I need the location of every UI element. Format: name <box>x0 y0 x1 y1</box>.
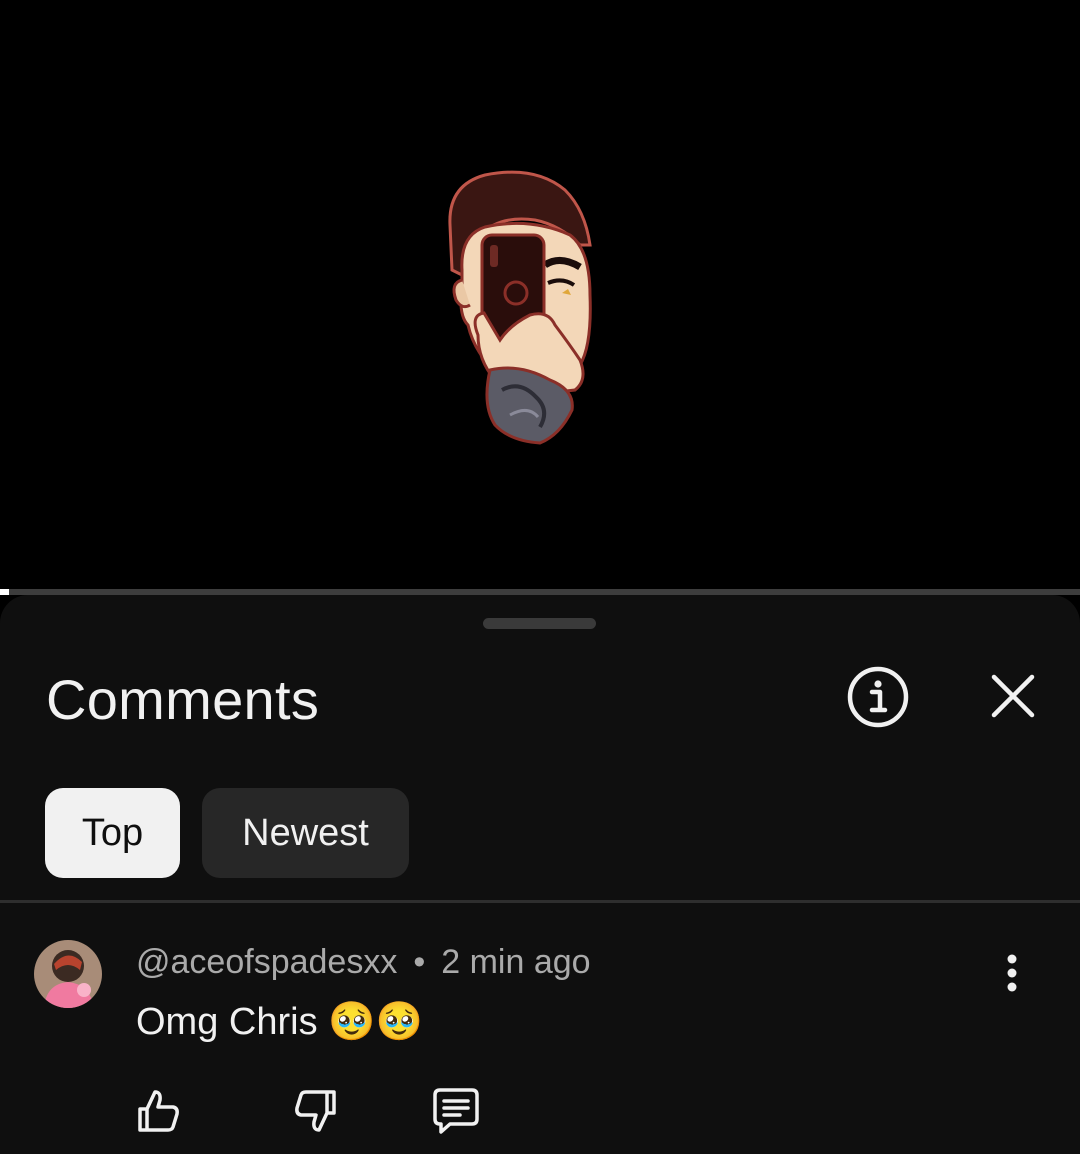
comments-title: Comments <box>46 668 320 731</box>
thumbs-up-icon <box>138 1090 179 1132</box>
reply-icon <box>433 1088 479 1134</box>
comment-item: @aceofspadesxx • 2 min ago Omg Chris 🥹🥹 <box>0 935 1080 1154</box>
comment-author[interactable]: @aceofspadesxx <box>136 943 397 981</box>
comment-more-button[interactable] <box>990 945 1034 1001</box>
filter-divider <box>0 900 1080 903</box>
comment-timestamp: 2 min ago <box>441 943 591 981</box>
reply-button[interactable] <box>430 1085 482 1137</box>
video-player[interactable] <box>0 0 1080 590</box>
filter-chip-top[interactable]: Top <box>45 788 180 878</box>
comment-text: Omg Chris 🥹🥹 <box>136 1001 423 1043</box>
filter-chip-newest[interactable]: Newest <box>202 788 409 878</box>
thumbs-down-icon <box>295 1090 336 1132</box>
dislike-button[interactable] <box>290 1085 342 1137</box>
more-vertical-icon <box>1007 954 1017 992</box>
video-thumbnail-illustration <box>448 170 592 445</box>
like-button[interactable] <box>132 1085 184 1137</box>
close-icon <box>991 674 1035 718</box>
close-button[interactable] <box>984 667 1042 725</box>
info-button[interactable] <box>846 665 910 729</box>
info-circle-icon <box>847 666 909 728</box>
comment-meta: @aceofspadesxx • 2 min ago <box>136 943 591 982</box>
video-progress-fill <box>0 589 9 595</box>
sheet-drag-handle[interactable] <box>483 618 596 629</box>
comments-sheet: Comments Top Newest @aceofspadesxx • 2 min… <box>0 595 1080 1154</box>
avatar[interactable] <box>34 940 102 1008</box>
meta-separator: • <box>413 943 426 981</box>
